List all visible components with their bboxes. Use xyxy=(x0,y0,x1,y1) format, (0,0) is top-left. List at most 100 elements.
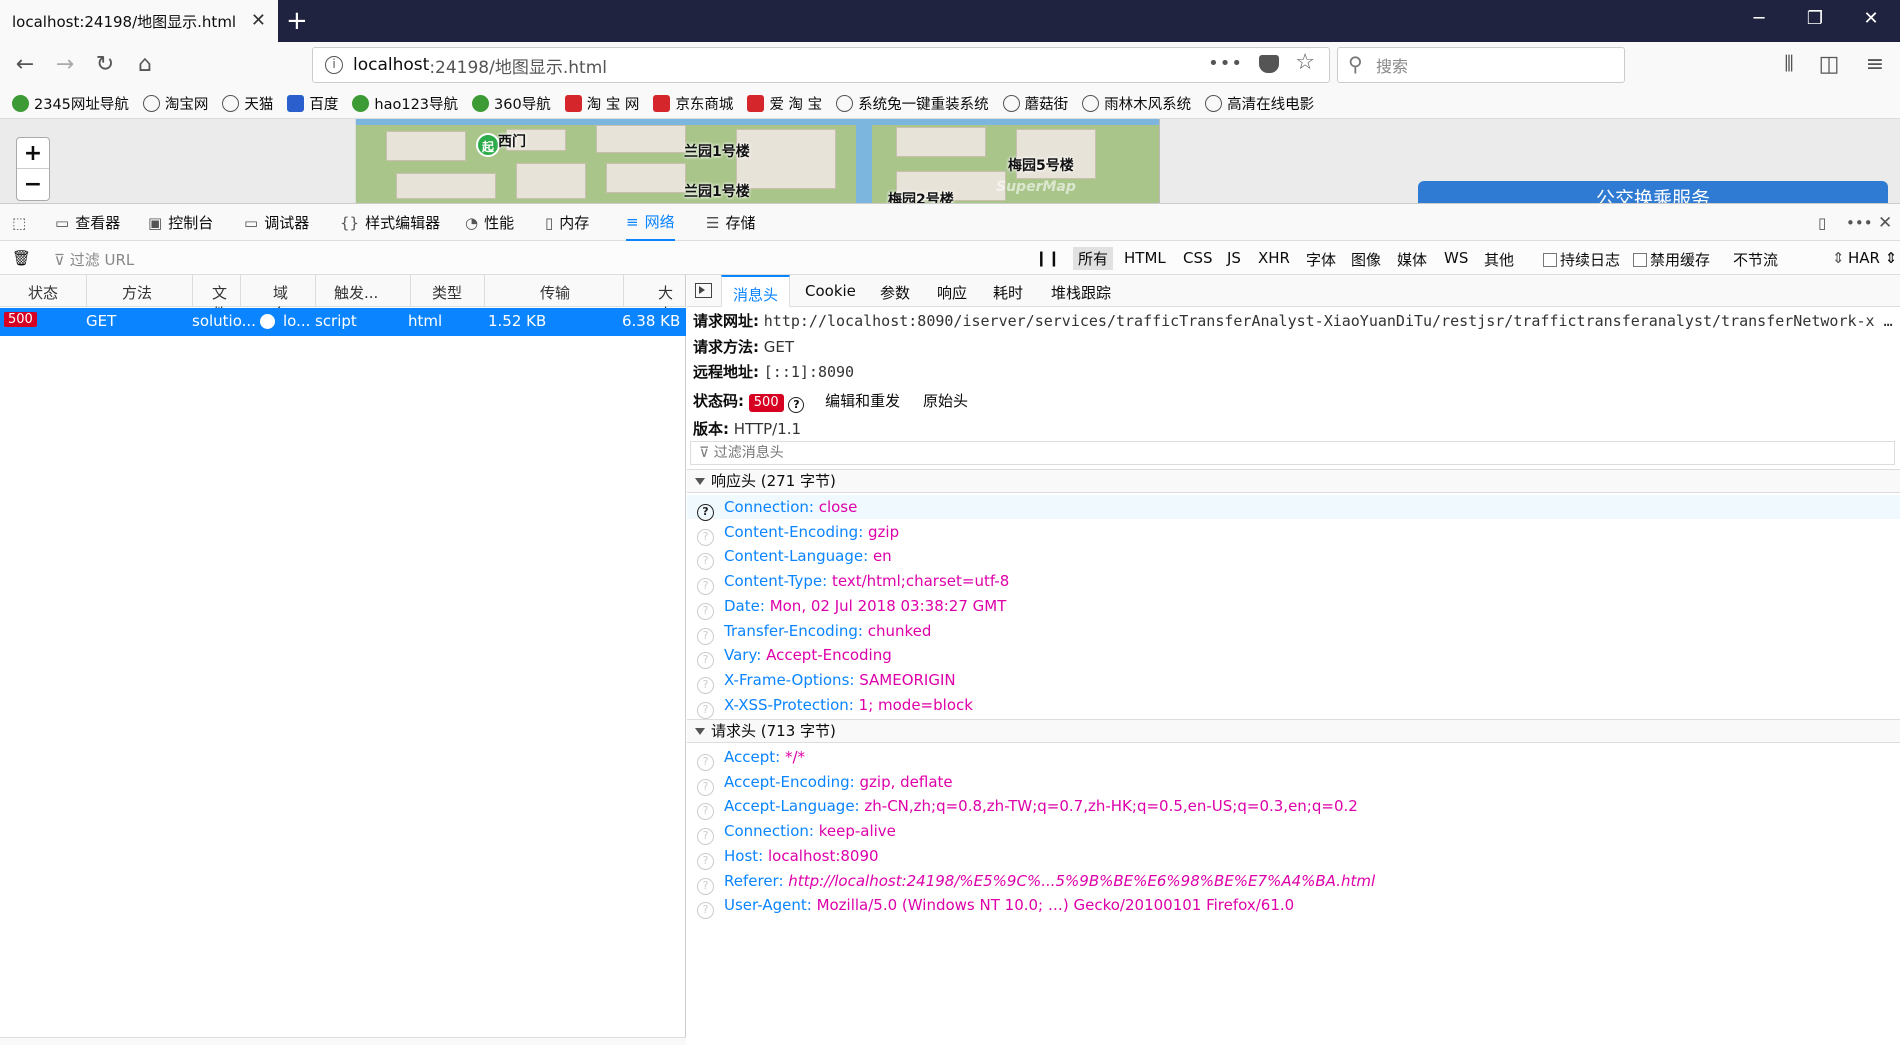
header-filter-input[interactable]: ⊽ 过滤消息头 xyxy=(690,441,1895,465)
tab-network[interactable]: ≡ 网络 xyxy=(626,204,675,241)
bookmark-item[interactable]: hao123导航 xyxy=(352,93,458,114)
url-filter-input[interactable]: ⊽ 过滤 URL xyxy=(54,249,134,270)
header-row[interactable]: ? Date: Mon, 02 Jul 2018 03:38:27 GMT xyxy=(697,594,1006,620)
forward-icon[interactable]: → xyxy=(50,52,80,77)
tab-cookie[interactable]: Cookie xyxy=(805,282,856,300)
tab-debugger[interactable]: ▭ 调试器 xyxy=(244,204,309,241)
zoom-in-button[interactable]: + xyxy=(17,138,49,169)
more-options-icon[interactable]: ••• xyxy=(1846,204,1873,241)
disable-cache-checkbox[interactable]: 禁用缓存 xyxy=(1633,249,1710,270)
header-row[interactable]: ? X-Frame-Options: SAMEORIGIN xyxy=(697,668,956,694)
header-help-icon[interactable]: ? xyxy=(697,652,714,670)
toggle-sidebar-icon[interactable] xyxy=(695,283,712,298)
bookmark-item[interactable]: 高清在线电影 xyxy=(1205,93,1314,114)
header-row[interactable]: ? Content-Encoding: gzip xyxy=(697,520,899,546)
bookmark-item[interactable]: 雨林木风系统 xyxy=(1082,93,1191,114)
throttle-arrow-icon[interactable]: ⇕ xyxy=(1832,249,1845,267)
header-row[interactable]: ? Connection: keep-alive xyxy=(697,819,896,846)
header-row[interactable]: ? Accept-Encoding: gzip, deflate xyxy=(697,770,953,796)
response-headers-section[interactable]: 响应头 (271 字节) xyxy=(687,469,1900,493)
bookmark-item[interactable]: 系统兔一键重装系统 xyxy=(836,93,989,114)
col-transferred[interactable]: 传输 xyxy=(540,282,570,303)
header-row[interactable]: ? Transfer-Encoding: chunked xyxy=(697,619,931,645)
har-menu[interactable]: HAR ⇕ xyxy=(1848,249,1897,267)
search-input[interactable]: ⚲ 搜索 xyxy=(1337,47,1625,83)
table-row[interactable]: 500 GET solutio... lo... script html 1.5… xyxy=(0,308,686,336)
tab-response[interactable]: 响应 xyxy=(937,282,967,303)
start-pin-icon[interactable]: 起 xyxy=(476,133,500,157)
header-row[interactable]: ? Host: localhost:8090 xyxy=(697,844,879,870)
reload-icon[interactable]: ↻ xyxy=(90,52,120,77)
url-bar[interactable]: i localhost:24198/地图显示.html ••• ☆ xyxy=(312,47,1330,83)
restore-icon[interactable]: ❐ xyxy=(1800,8,1830,29)
header-help-icon[interactable]: ? xyxy=(697,754,714,771)
filter-images[interactable]: 图像 xyxy=(1351,249,1381,270)
header-help-icon[interactable]: ? xyxy=(697,504,714,521)
tab-memory[interactable]: ▯ 内存 xyxy=(545,204,589,241)
filter-fonts[interactable]: 字体 xyxy=(1306,249,1336,270)
filter-other[interactable]: 其他 xyxy=(1484,249,1514,270)
tab-style-editor[interactable]: {} 样式编辑器 xyxy=(340,204,440,241)
library-icon[interactable]: ⫴ xyxy=(1774,52,1804,77)
header-row[interactable]: ? Connection: close xyxy=(687,495,1900,521)
header-row[interactable]: ? Accept: */* xyxy=(697,745,805,771)
header-row[interactable]: ? Content-Language: en xyxy=(697,544,892,571)
header-help-icon[interactable]: ? xyxy=(697,902,714,920)
tab-stack-trace[interactable]: 堆栈跟踪 xyxy=(1051,282,1111,303)
bookmark-item[interactable]: 淘 宝 网 xyxy=(564,93,639,114)
col-cause[interactable]: 触发... xyxy=(334,282,378,303)
menu-icon[interactable]: ≡ xyxy=(1860,52,1890,77)
header-help-icon[interactable]: ? xyxy=(697,877,714,895)
col-status[interactable]: 状态 xyxy=(28,282,58,303)
bookmark-item[interactable]: 淘宝网 xyxy=(142,93,208,114)
back-icon[interactable]: ← xyxy=(10,52,40,77)
header-help-icon[interactable]: ? xyxy=(697,553,714,571)
bookmark-item[interactable]: 百度 xyxy=(287,93,338,114)
browser-tab[interactable]: localhost:24198/地图显示.html ✕ xyxy=(0,0,278,42)
filter-ws[interactable]: WS xyxy=(1444,249,1468,267)
filter-all[interactable]: 所有 xyxy=(1073,247,1114,270)
status-help-icon[interactable]: ? xyxy=(788,397,805,413)
pause-icon[interactable]: ❙❙ xyxy=(1035,249,1060,267)
header-help-icon[interactable]: ? xyxy=(697,602,714,620)
sidebar-icon[interactable]: ◫ xyxy=(1814,52,1844,77)
window-close-icon[interactable]: ✕ xyxy=(1856,8,1886,29)
bookmark-item[interactable]: 天猫 xyxy=(222,93,273,114)
request-headers-section[interactable]: 请求头 (713 字节) xyxy=(687,719,1900,743)
header-help-icon[interactable]: ? xyxy=(697,627,714,645)
dock-icon[interactable]: ▯ xyxy=(1818,204,1826,241)
tab-storage[interactable]: ☰ 存储 xyxy=(706,204,755,241)
bookmark-star-icon[interactable]: ☆ xyxy=(1295,50,1315,75)
tab-console[interactable]: ▣ 控制台 xyxy=(148,204,213,241)
header-row[interactable]: ? X-XSS-Protection: 1; mode=block xyxy=(697,693,973,719)
filter-xhr[interactable]: XHR xyxy=(1258,249,1290,267)
minimize-icon[interactable]: ─ xyxy=(1744,8,1774,29)
page-actions-icon[interactable]: ••• xyxy=(1208,53,1243,74)
header-help-icon[interactable]: ? xyxy=(697,701,714,719)
header-help-icon[interactable]: ? xyxy=(697,778,714,796)
raw-headers-button[interactable]: 原始头 xyxy=(923,392,968,410)
filter-html[interactable]: HTML xyxy=(1124,249,1166,267)
header-help-icon[interactable]: ? xyxy=(697,578,714,596)
tab-performance[interactable]: ◔ 性能 xyxy=(465,204,514,241)
col-type[interactable]: 类型 xyxy=(432,282,462,303)
element-picker-icon[interactable]: ⬚ xyxy=(12,204,26,241)
zoom-out-button[interactable]: − xyxy=(17,169,49,200)
throttle-select[interactable]: 不节流 xyxy=(1733,249,1778,270)
transit-service-button[interactable]: 公交换乘服务 xyxy=(1418,181,1888,203)
filter-css[interactable]: CSS xyxy=(1183,249,1213,267)
map-area[interactable]: + − 起 西门 兰园1号楼 兰园1号楼 梅园5号楼 梅园2号楼 SuperMa… xyxy=(0,119,1900,203)
info-icon[interactable]: i xyxy=(325,56,343,74)
bookmark-item[interactable]: 蘑菇街 xyxy=(1002,93,1068,114)
filter-js[interactable]: JS xyxy=(1227,249,1241,267)
header-help-icon[interactable]: ? xyxy=(697,528,714,546)
new-tab-icon[interactable]: + xyxy=(286,6,308,36)
header-help-icon[interactable]: ? xyxy=(697,852,714,870)
col-method[interactable]: 方法 xyxy=(122,282,152,303)
bookmark-item[interactable]: 京东商城 xyxy=(653,93,733,114)
pocket-icon[interactable] xyxy=(1259,55,1279,73)
map-canvas[interactable]: 起 西门 兰园1号楼 兰园1号楼 梅园5号楼 梅园2号楼 SuperMap xyxy=(355,119,1160,203)
tab-headers[interactable]: 消息头 xyxy=(721,275,791,307)
tab-inspector[interactable]: ▭ 查看器 xyxy=(55,204,120,241)
tab-params[interactable]: 参数 xyxy=(880,282,910,303)
